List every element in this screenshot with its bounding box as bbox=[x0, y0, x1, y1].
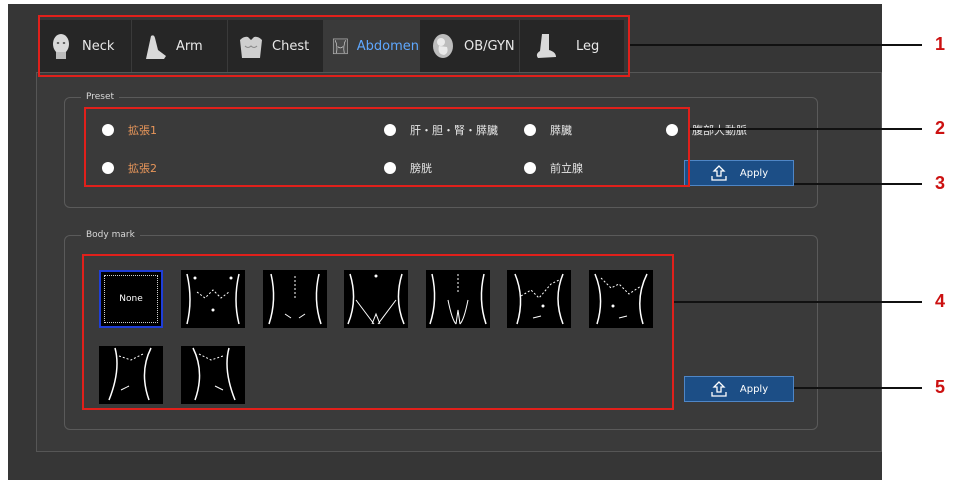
callout-box-2 bbox=[84, 107, 690, 187]
leader-line-5 bbox=[794, 387, 922, 389]
callout-number-3: 3 bbox=[935, 173, 946, 193]
bodymark-legend: Body mark bbox=[86, 230, 135, 240]
callout-number-1: 1 bbox=[935, 34, 946, 54]
leader-line-4 bbox=[674, 301, 922, 303]
upload-icon bbox=[711, 381, 727, 397]
apply-label: Apply bbox=[739, 167, 769, 179]
leader-line-3 bbox=[794, 183, 922, 185]
leader-line-1 bbox=[630, 44, 922, 46]
callout-box-4 bbox=[82, 254, 674, 410]
bodymark-apply-button[interactable]: Apply bbox=[684, 376, 794, 402]
upload-icon bbox=[711, 165, 727, 181]
leader-line-2 bbox=[690, 128, 922, 130]
callout-number-2: 2 bbox=[935, 118, 946, 138]
callout-number-4: 4 bbox=[935, 291, 946, 311]
preset-apply-button[interactable]: Apply bbox=[684, 160, 794, 186]
apply-label: Apply bbox=[739, 383, 769, 395]
callout-number-5: 5 bbox=[935, 377, 946, 397]
radio-label: 腹部大動脈 bbox=[692, 124, 747, 137]
callout-box-1 bbox=[38, 15, 630, 77]
preset-legend: Preset bbox=[86, 92, 115, 102]
